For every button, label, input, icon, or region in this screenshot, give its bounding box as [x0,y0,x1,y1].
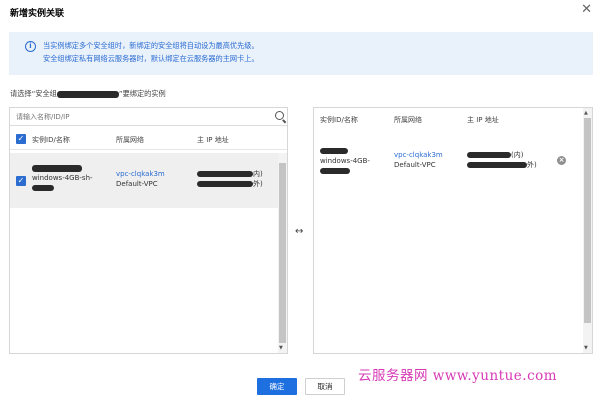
notice-line-1: 当实例绑定多个安全组时，新绑定的安全组将自动设为最高优先级。 [43,41,259,50]
vpc-name: Default-VPC [116,180,158,188]
instance-cell: windows-4GB-sh- [32,163,93,193]
selected-instances-panel: 实例ID/名称 所属网络 主 IP 地址 windows-4GB- vpc-cl… [313,107,593,354]
redacted-public-ip [197,181,253,187]
column-network: 所属网络 [394,116,422,124]
search-input[interactable] [10,108,287,126]
redacted-group-name [56,90,119,98]
select-all-checkbox[interactable]: ✓ [16,134,26,144]
redacted-instance-name [32,185,54,191]
dialog-title: 新增实例关联 [10,9,65,19]
left-scrollbar[interactable]: ▼ [278,153,287,353]
private-ip-suffix: (内) [511,151,524,159]
confirm-button[interactable]: 确定 [257,378,297,395]
instance-name: windows-4GB-sh- [32,174,93,182]
right-scrollbar[interactable]: ▲ ▼ [583,108,592,353]
column-instance: 实例ID/名称 [320,116,358,124]
select-label-suffix: ”要绑定的实例 [118,89,166,98]
row-checkbox[interactable]: ✓ [16,176,26,186]
ip-cell: 内) 外) [197,169,263,189]
redacted-instance-id [320,148,348,154]
info-icon: i [25,41,36,52]
table-row: windows-4GB- vpc-clqkak3m Default-VPC (内… [314,136,580,188]
column-ip: 主 IP 地址 [467,116,499,124]
close-icon[interactable]: ✕ [581,2,592,18]
notice-banner: i 当实例绑定多个安全组时，新绑定的安全组将自动设为最高优先级。 安全组绑定私有… [9,32,593,75]
remove-icon[interactable]: × [557,156,566,165]
public-ip-suffix: 外) [527,161,537,169]
redacted-instance-name [320,168,350,174]
public-ip-suffix: 外) [253,180,263,188]
watermark-text: 云服务器网 www.yuntue.com [358,368,558,384]
redacted-public-ip [467,162,527,168]
table-header: ✓ 实例ID/名称 所属网络 主 IP 地址 [10,128,287,150]
transfer-arrow-icon: ↔ [295,226,304,237]
search-icon[interactable] [275,111,284,120]
vpc-name: Default-VPC [394,161,436,169]
instance-cell: windows-4GB- [320,146,370,176]
vpc-link[interactable]: vpc-clqkak3m [394,151,443,159]
instance-name: windows-4GB- [320,157,370,165]
right-scroll-up-arrow[interactable]: ▲ [584,110,588,116]
left-scroll-thumb[interactable] [279,163,286,343]
cancel-button[interactable]: 取消 [305,378,345,395]
vpc-link[interactable]: vpc-clqkak3m [116,170,165,178]
right-scroll-thumb[interactable] [584,118,591,323]
select-label-prefix: 请选择“安全组 [10,89,57,98]
private-ip-suffix: 内) [253,170,263,178]
column-instance: 实例ID/名称 [32,136,70,144]
redacted-private-ip [197,171,253,177]
available-instances-panel: ✓ 实例ID/名称 所属网络 主 IP 地址 ✓ windows-4GB-sh-… [9,107,288,354]
select-label: 请选择“安全组 ”要绑定的实例 [10,89,166,99]
table-row[interactable]: ✓ windows-4GB-sh- vpc-clqkak3m Default-V… [10,153,280,208]
left-scroll-down-arrow[interactable]: ▼ [279,345,283,351]
redacted-private-ip [467,152,511,158]
column-network: 所属网络 [116,136,144,144]
ip-cell: (内) 外) [467,150,537,170]
network-cell: vpc-clqkak3m Default-VPC [116,169,165,189]
notice-line-2: 安全组绑定私有网络云服务器时，默认绑定在云服务器的主网卡上。 [43,54,259,63]
network-cell: vpc-clqkak3m Default-VPC [394,150,443,170]
redacted-instance-id [32,164,82,172]
right-scroll-down-arrow[interactable]: ▼ [584,345,588,351]
column-ip: 主 IP 地址 [197,136,229,144]
table-header: 实例ID/名称 所属网络 主 IP 地址 [314,108,582,130]
